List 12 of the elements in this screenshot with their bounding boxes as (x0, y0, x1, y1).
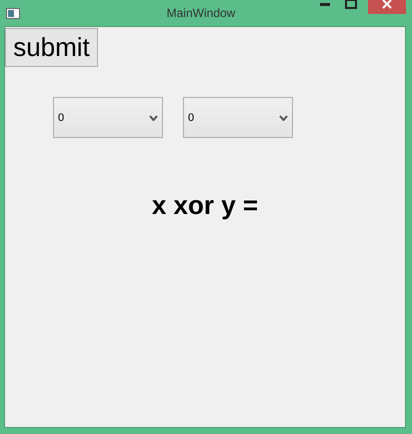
dropdown[interactable]: 0 (183, 97, 293, 138)
close-button[interactable] (368, 0, 406, 14)
chevron-icon (279, 114, 288, 120)
minimize-icon (320, 2, 330, 6)
maximize-icon (345, 0, 357, 9)
submit-button[interactable]: submit (5, 28, 98, 67)
chevron-icon (149, 114, 158, 120)
result-label: x xor y = (152, 190, 258, 221)
dropdown[interactable]: 0 (53, 97, 163, 138)
app-icon (6, 8, 20, 18)
window-title: MainWindow (166, 6, 236, 20)
close-icon (382, 0, 392, 9)
